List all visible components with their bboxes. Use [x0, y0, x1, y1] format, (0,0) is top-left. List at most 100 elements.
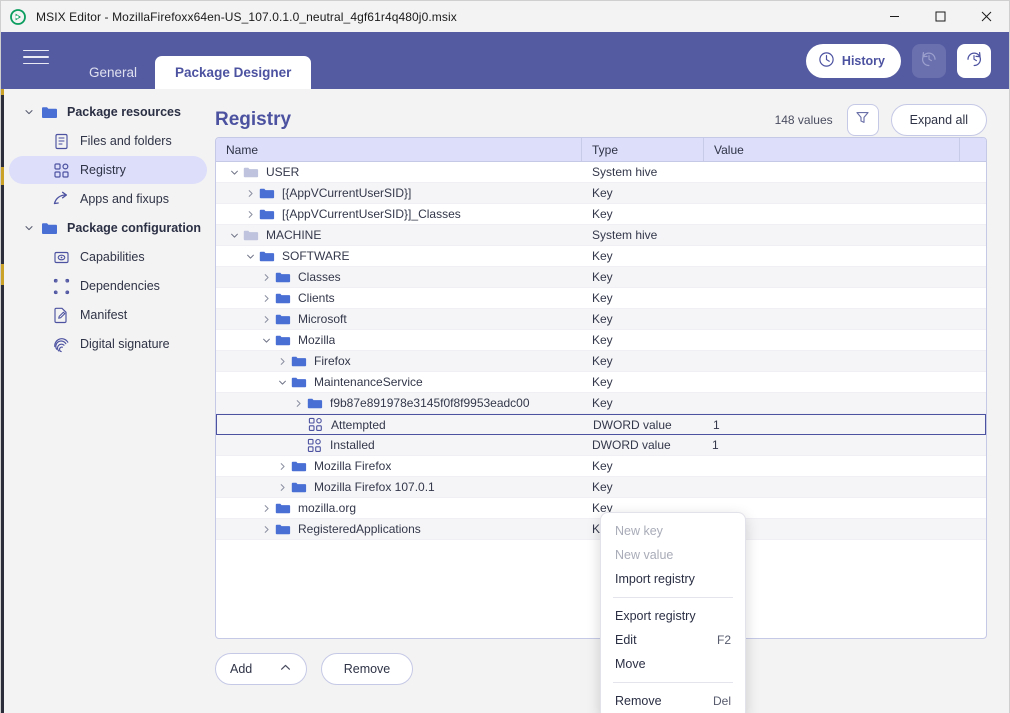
expand-all-label: Expand all: [909, 113, 968, 127]
tab-general-label: General: [89, 65, 138, 80]
chevron-right-icon[interactable]: [258, 294, 274, 303]
row-name-label: Microsoft: [298, 312, 347, 326]
expand-all-button[interactable]: Expand all: [890, 104, 987, 136]
key-folder-icon: [274, 334, 291, 347]
table-row[interactable]: Classes Key: [216, 267, 986, 288]
sidebar-item-files-and-folders[interactable]: Files and folders: [9, 127, 207, 155]
redo-icon: [965, 50, 983, 73]
key-folder-icon: [274, 502, 291, 515]
column-header-extra[interactable]: [960, 138, 986, 161]
sidebar-item-registry[interactable]: Registry: [9, 156, 207, 184]
app-header: General Package Designer History: [1, 32, 1009, 89]
sidebar-item-digital-signature[interactable]: Digital signature: [9, 330, 207, 358]
row-name-label: USER: [266, 165, 300, 179]
column-header-name[interactable]: Name: [216, 138, 582, 161]
sidebar-item-manifest[interactable]: Manifest: [9, 301, 207, 329]
context-menu-item-edit[interactable]: Edit F2: [601, 628, 745, 652]
cell-name: Mozilla Firefox 107.0.1: [216, 480, 582, 494]
table-row[interactable]: Mozilla Firefox Key: [216, 456, 986, 477]
clock-icon: [818, 51, 835, 71]
table-row[interactable]: MaintenanceService Key: [216, 372, 986, 393]
table-row[interactable]: Mozilla Firefox 107.0.1 Key: [216, 477, 986, 498]
row-name-label: f9b87e891978e3145f0f8f9953eadc00: [330, 396, 530, 410]
title-bar: MSIX Editor - MozillaFirefoxx64en-US_107…: [1, 1, 1009, 32]
chevron-down-icon[interactable]: [226, 168, 242, 177]
table-row[interactable]: Firefox Key: [216, 351, 986, 372]
chevron-right-icon[interactable]: [290, 399, 306, 408]
add-button[interactable]: Add: [215, 653, 307, 685]
chevron-right-icon[interactable]: [242, 189, 258, 198]
chevron-right-icon[interactable]: [258, 525, 274, 534]
sidebar-item-dependencies[interactable]: Dependencies: [9, 272, 207, 300]
chevron-down-icon: [21, 223, 37, 233]
context-menu-item-import-registry[interactable]: Import registry: [601, 567, 745, 591]
chevron-right-icon[interactable]: [274, 462, 290, 471]
table-row[interactable]: SOFTWARE Key: [216, 246, 986, 267]
table-row[interactable]: f9b87e891978e3145f0f8f9953eadc00 Key: [216, 393, 986, 414]
history-button-label: History: [841, 54, 885, 68]
cell-type: Key: [592, 207, 613, 221]
chevron-down-icon[interactable]: [226, 231, 242, 240]
sidebar-item-capabilities[interactable]: Capabilities: [9, 243, 207, 271]
context-menu-item-export-registry[interactable]: Export registry: [601, 604, 745, 628]
cell-type: Key: [592, 480, 613, 494]
chevron-right-icon[interactable]: [258, 315, 274, 324]
table-row[interactable]: Mozilla Key: [216, 330, 986, 351]
close-button[interactable]: [963, 1, 1009, 32]
registry-value-icon: [307, 417, 324, 432]
sidebar-item-files-and-folders-label: Files and folders: [80, 134, 172, 148]
cell-name: SOFTWARE: [216, 249, 582, 263]
sidebar-group-package-configuration[interactable]: Package configuration: [9, 214, 207, 242]
chevron-right-icon[interactable]: [258, 273, 274, 282]
sidebar-item-apps-and-fixups[interactable]: Apps and fixups: [9, 185, 207, 213]
column-header-type[interactable]: Type: [582, 138, 704, 161]
chevron-right-icon[interactable]: [242, 210, 258, 219]
hive-folder-icon: [242, 166, 259, 179]
key-folder-icon: [290, 460, 307, 473]
sidebar: Package resources Files and folders Regi…: [1, 89, 215, 713]
context-menu[interactable]: New key New value Import registry Export re…: [600, 512, 746, 713]
sidebar-item-digital-signature-label: Digital signature: [80, 337, 170, 351]
table-row[interactable]: Installed DWORD value 1: [216, 435, 986, 456]
chevron-down-icon[interactable]: [258, 336, 274, 345]
undo-button: [912, 44, 946, 78]
tab-general[interactable]: General: [71, 56, 155, 89]
context-menu-item-move[interactable]: Move: [601, 652, 745, 676]
filter-button[interactable]: [846, 104, 879, 136]
row-name-label: Attempted: [331, 417, 386, 432]
minimize-button[interactable]: [871, 1, 917, 32]
table-row[interactable]: Attempted DWORD value 1: [216, 414, 986, 435]
table-row[interactable]: MACHINE System hive: [216, 225, 986, 246]
row-name-label: MACHINE: [266, 228, 322, 242]
remove-button[interactable]: Remove: [321, 653, 413, 685]
maximize-button[interactable]: [917, 1, 963, 32]
row-name-label: Mozilla: [298, 333, 336, 347]
chevron-down-icon[interactable]: [242, 252, 258, 261]
table-row[interactable]: Clients Key: [216, 288, 986, 309]
chevron-down-icon[interactable]: [274, 378, 290, 387]
chevron-right-icon[interactable]: [274, 483, 290, 492]
remove-button-label: Remove: [343, 662, 391, 676]
capabilities-icon: [51, 247, 71, 267]
cell-name: Microsoft: [216, 312, 582, 326]
chevron-right-icon[interactable]: [258, 504, 274, 513]
folder-icon: [39, 102, 59, 122]
table-row[interactable]: Microsoft Key: [216, 309, 986, 330]
window-controls: [871, 1, 1009, 32]
table-row[interactable]: [{AppVCurrentUserSID}]_Classes Key: [216, 204, 986, 225]
sidebar-group-package-configuration-label: Package configuration: [67, 221, 202, 235]
table-body: USER System hive [{AppVCurrentUserSID}] Key…: [216, 162, 986, 540]
panel-header: Registry 148 values Expand all: [215, 89, 987, 137]
table-row[interactable]: USER System hive: [216, 162, 986, 183]
tab-package-designer[interactable]: Package Designer: [155, 56, 312, 89]
column-header-value[interactable]: Value: [704, 138, 960, 161]
history-button[interactable]: History: [805, 44, 901, 78]
context-menu-item-remove[interactable]: Remove Del: [601, 689, 745, 713]
sidebar-group-package-resources[interactable]: Package resources: [9, 98, 207, 126]
redo-button[interactable]: [957, 44, 991, 78]
chevron-right-icon[interactable]: [274, 357, 290, 366]
hamburger-icon[interactable]: [23, 46, 49, 68]
cell-type: Key: [592, 270, 613, 284]
row-name-label: mozilla.org: [298, 501, 357, 515]
table-row[interactable]: [{AppVCurrentUserSID}] Key: [216, 183, 986, 204]
